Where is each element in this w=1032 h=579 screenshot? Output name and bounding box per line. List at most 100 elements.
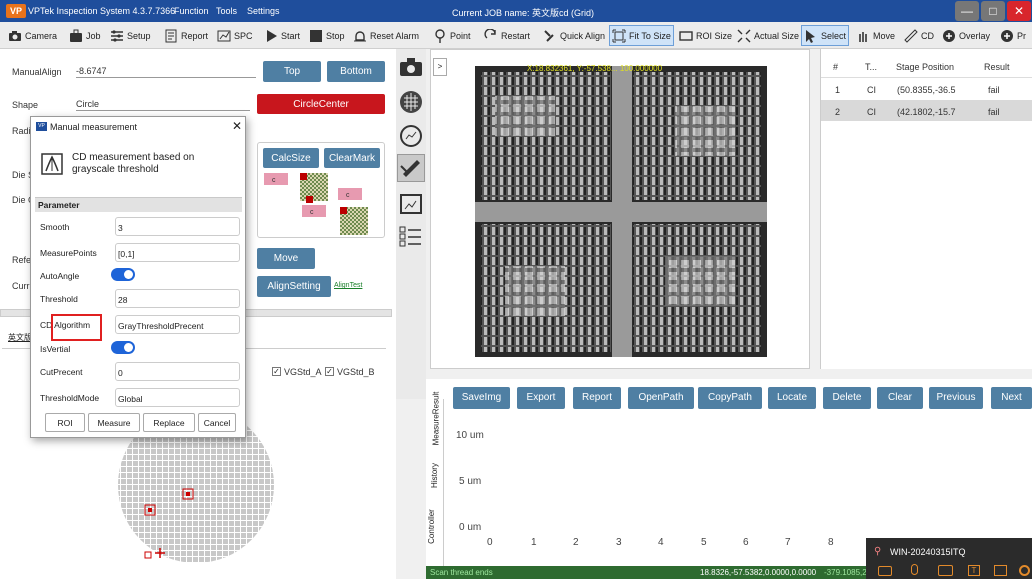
chat-icon[interactable] [878,566,892,576]
wafer-die-image[interactable] [475,66,767,357]
user-icon: ⚲ [874,546,882,557]
tab-measure-result[interactable]: MeasureResult [431,392,440,446]
delete-button[interactable]: Delete [823,387,871,409]
move-button[interactable]: Move [257,248,315,269]
open-path-button[interactable]: OpenPath [628,387,694,409]
die-pattern-preview: c c c [264,173,368,235]
measure-points-input[interactable]: [0,1] [115,243,240,262]
algorithm-highlight [51,314,102,341]
restart-button[interactable]: Restart [484,25,530,46]
tab-controller[interactable]: Controller [427,509,436,544]
tab-history[interactable]: History [430,463,439,488]
reset-alarm-button[interactable]: Reset Alarm [353,25,419,46]
smooth-input[interactable]: 3 [115,217,240,236]
threshold-label: Threshold [40,294,78,304]
image-view-panel: > X:18.832361, Y:-57.538... 100.000000 [430,49,810,369]
cut-percent-label: CutPrecent [40,367,83,377]
job-button[interactable]: Job [69,25,101,46]
x-tick-1: 1 [531,537,537,548]
expand-arrow-button[interactable]: > [433,58,447,76]
roi-icon [679,29,693,43]
threshold-mode-select[interactable]: Global [115,388,240,407]
menu-tools[interactable]: Tools [216,6,237,16]
checkbox-vgstd-a[interactable]: ✓ [272,367,281,376]
ruler-icon [904,28,918,43]
menu-settings[interactable]: Settings [247,6,280,16]
bottom-button[interactable]: Bottom [327,61,385,82]
wafer-chart-icon[interactable] [399,124,423,148]
measure-button[interactable]: Measure [88,413,140,432]
manual-align-input[interactable]: -8.6747 [76,66,256,78]
replace-button[interactable]: Replace [143,413,195,432]
remote-session-bar: ⚲ WIN-20240315ITQ T [866,538,1032,579]
hammer-icon [543,29,557,43]
stop-button[interactable]: Stop [309,25,345,46]
manual-measurement-dialog: VP Manual measurement ✕ CD measurement b… [30,116,246,438]
start-button[interactable]: Start [264,25,300,46]
is-vertical-toggle[interactable] [111,341,135,354]
next-button[interactable]: Next [991,387,1032,409]
align-test-link[interactable]: AlignTest [334,282,362,289]
previous-button[interactable]: Previous [929,387,983,409]
dialog-close-icon[interactable]: ✕ [232,119,242,133]
select-button[interactable]: Select [801,25,850,46]
locate-button[interactable]: Locate [768,387,816,409]
checkbox-vgstd-b[interactable]: ✓ [325,367,334,376]
camera-icon[interactable] [399,57,423,77]
cut-percent-input[interactable]: 0 [115,362,240,381]
quick-align-button[interactable]: Quick Align [543,25,605,46]
status-coordinates: 18.8326,-57.5382,0.0000,0.0000 [700,568,817,577]
actual-size-button[interactable]: Actual Size [737,25,799,46]
overlay-button[interactable]: Overlay [942,25,990,46]
save-img-button[interactable]: SaveImg [453,387,510,409]
y-tick-10: 10 um [456,430,484,441]
move-button[interactable]: Move [856,25,895,46]
screen-icon[interactable] [938,565,953,576]
minimize-button[interactable]: — [955,1,979,21]
pr-button[interactable]: Pr [1000,25,1026,46]
cd-button[interactable]: CD [904,25,934,46]
top-button[interactable]: Top [263,61,321,82]
col-result-header: Result [984,62,1010,72]
manual-align-label: ManualAlign [12,67,62,77]
fit-frame-icon[interactable] [399,193,423,215]
close-button[interactable]: ✕ [1007,1,1031,21]
cancel-button[interactable]: Cancel [198,413,236,432]
maximize-button[interactable]: □ [981,1,1005,21]
title-bar: VP VPTek Inspection System 4.3.7.7366 Fu… [0,0,1032,22]
clear-mark-button[interactable]: ClearMark [324,148,380,168]
report-button[interactable]: Report [164,25,208,46]
auto-angle-toggle[interactable] [111,268,135,281]
x-tick-0: 0 [487,537,493,548]
copy-path-button[interactable]: CopyPath [698,387,762,409]
checklist-icon[interactable] [399,225,423,247]
svg-text:c: c [272,177,276,184]
threshold-input[interactable]: 28 [115,289,240,308]
grid-icon[interactable] [399,90,423,114]
report-button[interactable]: Report [573,387,621,409]
clear-button[interactable]: Clear [877,387,923,409]
row-1-type: CI [867,85,876,95]
fit-to-size-button[interactable]: Fit To Size [609,25,674,46]
setup-button[interactable]: Setup [110,25,151,46]
measurement-tool-icon [41,153,63,175]
shape-select[interactable]: Circle [76,99,250,111]
cd-algorithm-select[interactable]: GrayThresholdPrecent [115,315,240,334]
menu-function[interactable]: Function [174,6,209,16]
mic-icon[interactable] [911,564,918,575]
roi-size-button[interactable]: ROI Size [679,25,732,46]
export-button[interactable]: Export [517,387,565,409]
camera-icon [8,29,22,43]
window-icon[interactable] [994,565,1007,576]
spc-button[interactable]: SPC [217,25,253,46]
camera-button[interactable]: Camera [8,25,57,46]
tab-job[interactable]: 英文版 [8,332,32,343]
wafer-map[interactable] [115,425,277,570]
circle-center-button[interactable]: CircleCenter [257,94,385,114]
settings-icon[interactable] [1019,565,1030,576]
roi-button[interactable]: ROI [45,413,85,432]
text-icon[interactable]: T [968,565,980,576]
calc-size-button[interactable]: CalcSize [263,148,319,168]
point-button[interactable]: Point [433,25,471,46]
align-setting-button[interactable]: AlignSetting [257,276,331,297]
